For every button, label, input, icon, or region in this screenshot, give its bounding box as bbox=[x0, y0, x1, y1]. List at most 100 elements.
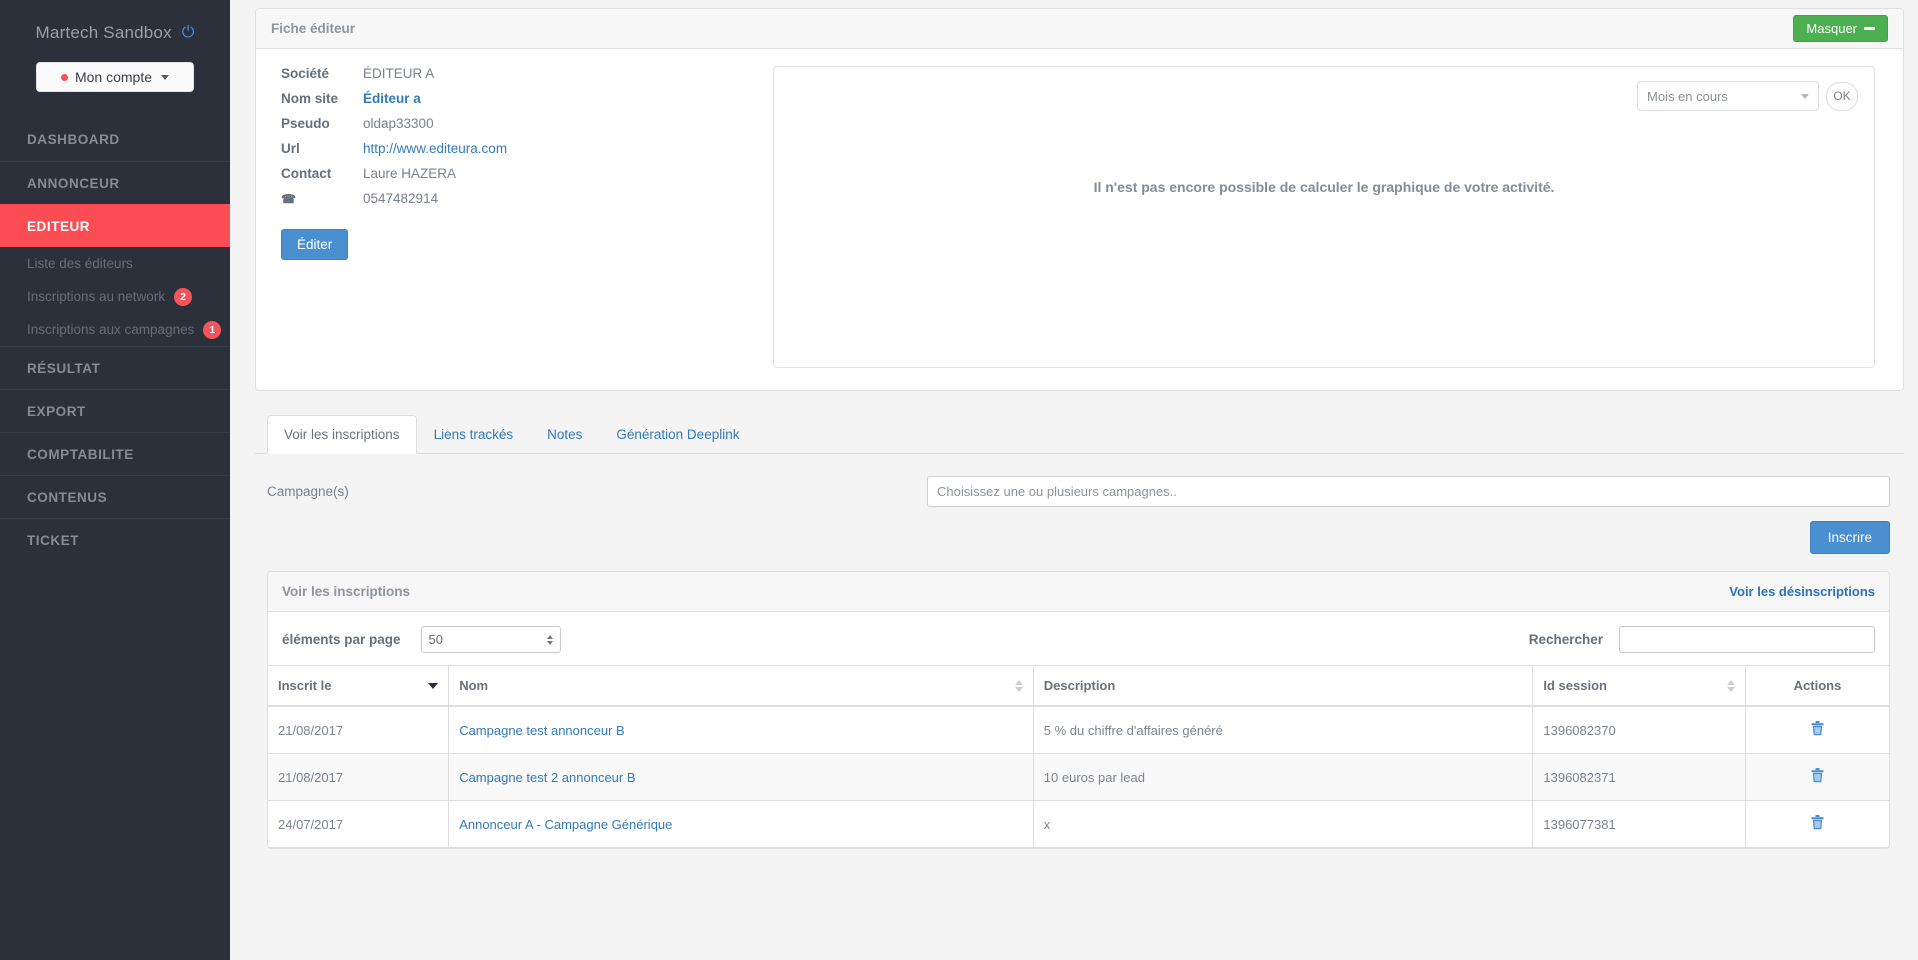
period-select[interactable]: Mois en cours bbox=[1637, 81, 1819, 111]
info-row-phone: ☎ 0547482914 bbox=[281, 191, 751, 216]
campaign-link[interactable]: Campagne test 2 annonceur B bbox=[459, 770, 635, 785]
nom-site-link[interactable]: Éditeur a bbox=[363, 91, 421, 106]
column-header-description[interactable]: Description bbox=[1032, 665, 1533, 707]
campaign-link[interactable]: Campagne test annonceur B bbox=[459, 723, 625, 738]
campaign-select-placeholder: Choisissez une ou plusieurs campagnes.. bbox=[937, 484, 1177, 499]
sidebar-item-comptabilite[interactable]: COMPTABILITE bbox=[0, 432, 230, 475]
sidebar-item-annonceur[interactable]: ANNONCEUR bbox=[0, 161, 230, 204]
sidebar-item-contenus[interactable]: CONTENUS bbox=[0, 475, 230, 518]
cell-description: x bbox=[1032, 800, 1533, 848]
info-value: Laure HAZERA bbox=[363, 166, 457, 181]
sidebar-item-label: DASHBOARD bbox=[27, 132, 120, 147]
tab-notes[interactable]: Notes bbox=[530, 415, 599, 454]
column-header-id-session[interactable]: Id session bbox=[1532, 665, 1746, 707]
column-header-nom[interactable]: Nom bbox=[448, 665, 1034, 707]
trash-icon[interactable] bbox=[1811, 815, 1824, 833]
sidebar-nav: DASHBOARD ANNONCEUR EDITEUR Liste des éd… bbox=[0, 118, 230, 561]
info-label: Société bbox=[281, 66, 330, 81]
table-header-row: Inscrit le Nom Description Id session Ac… bbox=[268, 665, 1889, 707]
per-page-select[interactable]: 50 bbox=[420, 626, 561, 653]
masquer-button-label: Masquer bbox=[1806, 21, 1857, 36]
table-row: 24/07/2017 Annonceur A - Campagne Généri… bbox=[268, 800, 1889, 848]
info-label: Pseudo bbox=[281, 116, 330, 131]
cell-nom: Campagne test 2 annonceur B bbox=[448, 753, 1034, 801]
sidebar-item-resultat[interactable]: RÉSULTAT bbox=[0, 346, 230, 389]
sidebar-item-label: COMPTABILITE bbox=[27, 446, 134, 462]
trash-icon[interactable] bbox=[1811, 721, 1824, 739]
campaign-link[interactable]: Annonceur A - Campagne Générique bbox=[459, 817, 672, 832]
tab-panel-voir-les-inscriptions: Campagne(s) Choisissez une ou plusieurs … bbox=[255, 454, 1904, 849]
tab-generation-deeplink[interactable]: Génération Deeplink bbox=[599, 415, 756, 454]
minus-icon bbox=[1864, 27, 1875, 30]
column-header-inscrit-le[interactable]: Inscrit le bbox=[268, 665, 449, 707]
per-page-group: éléments par page 50 bbox=[282, 626, 561, 653]
column-header-label: Actions bbox=[1793, 678, 1842, 693]
table-head: Inscrit le Nom Description Id session Ac… bbox=[268, 665, 1889, 707]
column-header-actions: Actions bbox=[1744, 665, 1889, 707]
power-icon[interactable]: ⏻ bbox=[182, 25, 195, 41]
sort-icon bbox=[1726, 679, 1735, 692]
phone-icon: ☎ bbox=[281, 192, 296, 206]
chevron-down-icon bbox=[1801, 93, 1809, 99]
info-row-nom-site: Nom site Éditeur a bbox=[281, 91, 751, 116]
inscriptions-table: Inscrit le Nom Description Id session Ac… bbox=[268, 665, 1889, 848]
sidebar-subitem-inscriptions-aux-campagnes[interactable]: Inscriptions aux campagnes 1 bbox=[0, 313, 230, 346]
sidebar-item-label: EDITEUR bbox=[27, 218, 91, 234]
sidebar-item-ticket[interactable]: TICKET bbox=[0, 518, 230, 561]
sidebar-subitem-liste-des-editeurs[interactable]: Liste des éditeurs bbox=[0, 247, 230, 280]
per-page-label: éléments par page bbox=[282, 632, 401, 647]
sidebar-item-label: EXPORT bbox=[27, 403, 86, 419]
info-value: 0547482914 bbox=[363, 191, 439, 206]
info-label: Nom site bbox=[281, 91, 339, 106]
cell-nom: Annonceur A - Campagne Générique bbox=[448, 800, 1034, 848]
sidebar: Martech Sandbox ⏻ Mon compte DASHBOARD A… bbox=[0, 0, 230, 960]
sidebar-subitem-label: Inscriptions au network bbox=[27, 289, 166, 304]
tab-voir-les-inscriptions[interactable]: Voir les inscriptions bbox=[267, 415, 417, 454]
search-group: Rechercher bbox=[1529, 626, 1875, 653]
trash-icon[interactable] bbox=[1811, 768, 1824, 786]
cell-actions bbox=[1744, 753, 1889, 801]
search-label: Rechercher bbox=[1528, 632, 1603, 647]
account-button-label: Mon compte bbox=[74, 69, 153, 85]
sidebar-item-label: RÉSULTAT bbox=[27, 360, 101, 376]
page-title: Fiche éditeur bbox=[271, 21, 356, 36]
sidebar-item-export[interactable]: EXPORT bbox=[0, 389, 230, 432]
brand-title: Martech Sandbox bbox=[35, 23, 172, 42]
campaign-label: Campagne(s) bbox=[267, 484, 349, 499]
table-row: 21/08/2017 Campagne test 2 annonceur B 1… bbox=[268, 753, 1889, 801]
chart-controls: Mois en cours OK bbox=[1637, 81, 1858, 111]
main-content: Fiche éditeur Masquer Société ÉDITEUR A … bbox=[230, 0, 1918, 960]
editer-button[interactable]: Éditer bbox=[281, 229, 349, 260]
masquer-button[interactable]: Masquer bbox=[1793, 15, 1888, 42]
tab-liens-trackes[interactable]: Liens trackés bbox=[417, 415, 531, 454]
fiche-editeur-panel: Fiche éditeur Masquer Société ÉDITEUR A … bbox=[255, 8, 1904, 391]
sidebar-item-label: CONTENUS bbox=[27, 489, 108, 505]
sort-descending-icon bbox=[428, 682, 439, 689]
cell-date: 24/07/2017 bbox=[268, 800, 449, 848]
sidebar-item-dashboard[interactable]: DASHBOARD bbox=[0, 118, 230, 161]
column-header-label: Inscrit le bbox=[278, 678, 332, 693]
sidebar-subitem-inscriptions-au-network[interactable]: Inscriptions au network 2 bbox=[0, 280, 230, 313]
sidebar-badge: 2 bbox=[174, 287, 193, 306]
fiche-editeur-body: Société ÉDITEUR A Nom site Éditeur a Pse… bbox=[256, 49, 1903, 390]
fiche-info-list: Société ÉDITEUR A Nom site Éditeur a Pse… bbox=[281, 66, 751, 368]
inscriptions-panel-title: Voir les inscriptions bbox=[282, 584, 411, 599]
voir-les-desinscriptions-link[interactable]: Voir les désinscriptions bbox=[1729, 584, 1875, 599]
url-link[interactable]: http://www.editeura.com bbox=[363, 141, 507, 156]
inscrire-button[interactable]: Inscrire bbox=[1809, 521, 1890, 554]
cell-nom: Campagne test annonceur B bbox=[448, 706, 1034, 754]
fiche-editeur-panel-header: Fiche éditeur Masquer bbox=[256, 9, 1903, 49]
cell-id-session: 1396077381 bbox=[1532, 800, 1746, 848]
campaign-select-input[interactable]: Choisissez une ou plusieurs campagnes.. bbox=[927, 476, 1890, 507]
ok-button[interactable]: OK bbox=[1826, 81, 1858, 111]
search-input[interactable] bbox=[1619, 626, 1875, 653]
account-button[interactable]: Mon compte bbox=[36, 62, 194, 92]
cell-id-session: 1396082370 bbox=[1532, 706, 1746, 754]
sidebar-item-editeur[interactable]: EDITEUR bbox=[0, 204, 230, 247]
cell-description: 5 % du chiffre d'affaires généré bbox=[1032, 706, 1533, 754]
tab-list: Voir les inscriptions Liens trackés Note… bbox=[255, 415, 1904, 454]
column-header-label: Nom bbox=[459, 678, 489, 693]
brand-row: Martech Sandbox ⏻ bbox=[0, 0, 230, 52]
cell-actions bbox=[1744, 706, 1889, 754]
sort-icon bbox=[1014, 679, 1023, 692]
